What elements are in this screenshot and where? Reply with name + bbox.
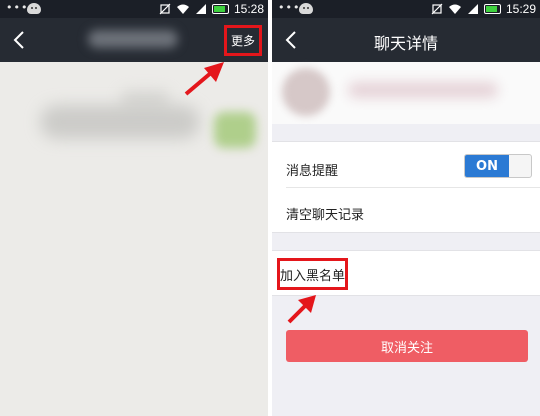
red-arrow-pointer (184, 62, 224, 96)
status-bar: ••• 15:29 (272, 0, 540, 18)
notification-muted-icon (431, 3, 443, 15)
wifi-icon (448, 4, 461, 14)
blurred-contact-name (88, 30, 178, 48)
avatar (282, 68, 330, 116)
left-screen: ••• 15:28 更多 (0, 0, 268, 416)
clear-history-item[interactable]: 清空聊天记录 (286, 204, 364, 223)
notification-dots: ••• (278, 1, 301, 14)
blurred-avatar (214, 112, 256, 148)
blurred-message (40, 105, 200, 139)
add-to-blacklist-item[interactable]: 加入黑名单 (277, 258, 348, 290)
right-screen: ••• 15:29 聊天详情 消息提醒 ON 清空聊天记录 加入黑名单 取消关注 (272, 0, 540, 416)
wifi-icon (176, 4, 189, 14)
status-time: 15:29 (505, 2, 536, 16)
settings-card: 消息提醒 ON 清空聊天记录 (272, 141, 540, 233)
toggle-on-state: ON (465, 155, 509, 177)
android-notification-icon (27, 3, 41, 14)
blacklist-label: 加入黑名单 (280, 268, 346, 284)
battery-icon (483, 4, 501, 14)
more-label: 更多 (230, 34, 255, 48)
message-alert-toggle[interactable]: ON (464, 154, 532, 178)
message-alert-label: 消息提醒 (286, 164, 339, 179)
blurred-contact-name (348, 82, 498, 98)
profile-header[interactable] (272, 62, 540, 124)
divider (286, 187, 540, 188)
red-arrow-pointer (287, 295, 316, 324)
back-arrow-icon[interactable] (10, 30, 30, 50)
notification-muted-icon (159, 3, 171, 15)
status-time: 15:28 (233, 2, 264, 16)
page-title: 聊天详情 (373, 34, 438, 53)
notification-dots: ••• (6, 1, 29, 14)
android-notification-icon (299, 3, 313, 14)
signal-icon (467, 4, 478, 14)
status-bar: ••• 15:28 (0, 0, 268, 18)
navbar: 聊天详情 (272, 18, 540, 62)
more-button[interactable]: 更多 (224, 25, 262, 56)
signal-icon (195, 4, 206, 14)
blacklist-card: 加入黑名单 (272, 250, 540, 296)
unfollow-button[interactable]: 取消关注 (286, 330, 528, 362)
battery-icon (211, 4, 229, 14)
